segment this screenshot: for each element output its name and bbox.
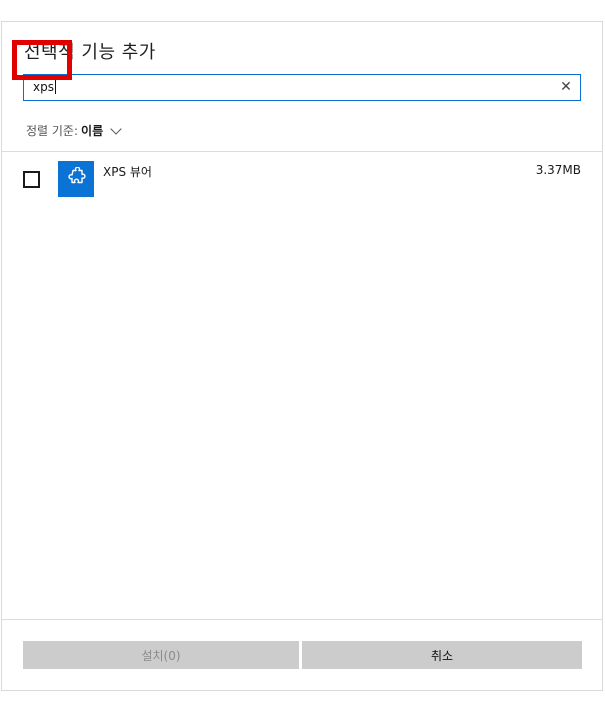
install-button[interactable]: 설치(0) xyxy=(23,641,299,669)
search-input[interactable]: xps ✕ xyxy=(23,74,581,101)
sort-label: 정렬 기준: xyxy=(26,124,79,138)
text-caret xyxy=(54,80,56,94)
puzzle-piece-icon xyxy=(58,161,94,197)
divider xyxy=(2,619,602,620)
sort-dropdown[interactable]: 정렬 기준: 이름 xyxy=(26,122,122,139)
chevron-down-icon xyxy=(110,122,122,135)
feature-name: XPS 뷰어 xyxy=(103,165,152,179)
feature-checkbox[interactable] xyxy=(23,171,40,188)
cancel-button[interactable]: 취소 xyxy=(302,641,582,669)
close-icon[interactable]: ✕ xyxy=(558,79,574,95)
feature-size: 3.37MB xyxy=(535,163,581,177)
add-optional-feature-dialog: 선택적 기능 추가 xps ✕ 정렬 기준: 이름 XPS 뷰어 3.37MB … xyxy=(1,21,603,691)
search-input-value: xps xyxy=(33,80,56,94)
divider xyxy=(2,151,602,152)
sort-value: 이름 xyxy=(81,124,104,138)
list-item[interactable]: XPS 뷰어 3.37MB xyxy=(2,160,602,200)
dialog-title: 선택적 기능 추가 xyxy=(24,42,156,63)
